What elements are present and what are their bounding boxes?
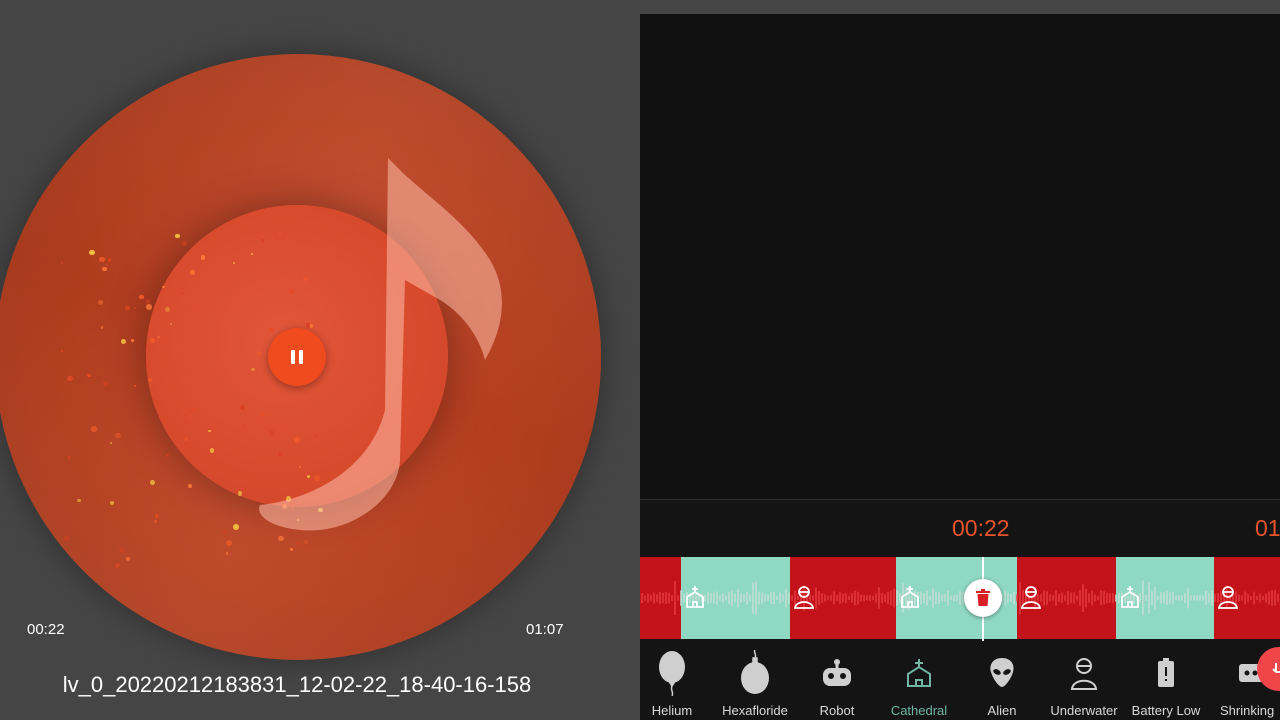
effect-cathedral[interactable]: Cathedral bbox=[886, 643, 952, 720]
effect-label: Cathedral bbox=[890, 703, 948, 718]
audio-timeline[interactable] bbox=[640, 557, 1280, 639]
alien-icon bbox=[988, 643, 1016, 703]
pause-icon-bar-left bbox=[291, 350, 295, 364]
diver-icon bbox=[793, 586, 815, 609]
sparkle-particle bbox=[66, 375, 73, 382]
sparkle-particle bbox=[169, 322, 172, 326]
sparkle-particle bbox=[146, 303, 152, 310]
effect-label: Robot bbox=[819, 703, 855, 718]
sparkle-particle bbox=[87, 373, 91, 377]
total-time: 01:07 bbox=[526, 621, 564, 638]
sparkle-particle bbox=[68, 456, 71, 459]
church-icon bbox=[904, 643, 934, 703]
sparkle-particle bbox=[162, 285, 165, 289]
sparkle-particle bbox=[190, 306, 194, 309]
sparkle-particle bbox=[100, 326, 104, 329]
sparkle-particle bbox=[107, 257, 112, 262]
sparkle-particle bbox=[166, 453, 170, 457]
sparkle-particle bbox=[125, 557, 130, 561]
timeline-current-time: 00:22 bbox=[952, 515, 1010, 541]
effect-underwater[interactable]: Underwater bbox=[1046, 643, 1122, 720]
sparkle-particle bbox=[200, 254, 206, 260]
effect-label: Shrinking bbox=[1220, 703, 1275, 718]
pause-button[interactable] bbox=[268, 328, 326, 386]
diver-icon bbox=[1020, 586, 1042, 609]
effect-hexafloride[interactable]: Hexafloride bbox=[718, 643, 792, 720]
sparkle-particle bbox=[99, 256, 105, 263]
pause-icon-bar-right bbox=[299, 350, 303, 364]
waveform bbox=[641, 580, 1279, 616]
effect-label: Hexafloride bbox=[722, 703, 788, 718]
sparkle-particle bbox=[222, 530, 226, 534]
sparkle-particle bbox=[147, 377, 152, 383]
sparkle-particle bbox=[289, 547, 293, 551]
editor-panel: 00:22 01 Helium Hexafloride Robot Cathed… bbox=[640, 0, 1280, 720]
sparkle-particle bbox=[125, 305, 130, 311]
sparkle-particle bbox=[239, 405, 245, 411]
player-panel: 00:22 01:07 lv_0_20220212183831_12-02-22… bbox=[0, 0, 640, 720]
sparkle-particle bbox=[88, 249, 95, 256]
preview-area bbox=[640, 14, 1280, 500]
sparkle-particle bbox=[154, 520, 157, 523]
sparkle-particle bbox=[226, 540, 232, 546]
sparkle-particle bbox=[102, 266, 107, 272]
church-icon bbox=[1121, 586, 1139, 608]
balloon-icon bbox=[657, 643, 687, 703]
elapsed-time: 00:22 bbox=[27, 621, 65, 638]
effect-alien[interactable]: Alien bbox=[980, 643, 1024, 720]
sparkle-particle bbox=[154, 513, 159, 518]
timeline-next-time: 01 bbox=[1255, 515, 1280, 541]
sparkle-particle bbox=[60, 349, 63, 352]
effect-robot[interactable]: Robot bbox=[812, 643, 862, 720]
sparkle-particle bbox=[150, 337, 156, 343]
effect-label: Battery Low bbox=[1131, 703, 1201, 718]
touch-icon bbox=[1272, 663, 1280, 673]
track-filename: lv_0_20220212183831_12-02-22_18-40-16-15… bbox=[62, 672, 532, 697]
effect-battery-low[interactable]: Battery Low bbox=[1128, 643, 1204, 720]
sparkle-particle bbox=[146, 299, 151, 304]
effect-label: Alien bbox=[987, 703, 1017, 718]
sparkle-particle bbox=[191, 408, 195, 412]
sparkle-particle bbox=[157, 335, 160, 339]
effects-bar: Helium Hexafloride Robot Cathedral Alien… bbox=[640, 643, 1280, 720]
sparkle-particle bbox=[225, 552, 229, 555]
sparkle-particle bbox=[139, 294, 144, 299]
sparkle-particle bbox=[182, 241, 187, 246]
diver-icon bbox=[1217, 586, 1239, 609]
sparkle-particle bbox=[150, 479, 155, 485]
sparkle-particle bbox=[303, 540, 308, 545]
diver-icon bbox=[1069, 643, 1099, 703]
sparkle-particle bbox=[175, 233, 180, 239]
effect-helium[interactable]: Helium bbox=[644, 643, 700, 720]
top-strip bbox=[640, 0, 1280, 14]
app-root: 00:22 01:07 lv_0_20220212183831_12-02-22… bbox=[0, 0, 1280, 720]
effect-label: Helium bbox=[651, 703, 693, 718]
battery-icon bbox=[1157, 643, 1175, 703]
robot-icon bbox=[821, 643, 853, 703]
delete-segment-button[interactable] bbox=[964, 579, 1002, 617]
bomb-icon bbox=[739, 643, 771, 703]
sparkle-particle bbox=[119, 546, 125, 553]
church-icon bbox=[901, 586, 919, 608]
sparkle-particle bbox=[91, 426, 97, 432]
sparkle-particle bbox=[110, 501, 114, 505]
effect-label: Underwater bbox=[1050, 703, 1118, 718]
trash-icon bbox=[976, 589, 990, 606]
sparkle-particle bbox=[189, 269, 196, 275]
church-icon bbox=[686, 586, 704, 608]
